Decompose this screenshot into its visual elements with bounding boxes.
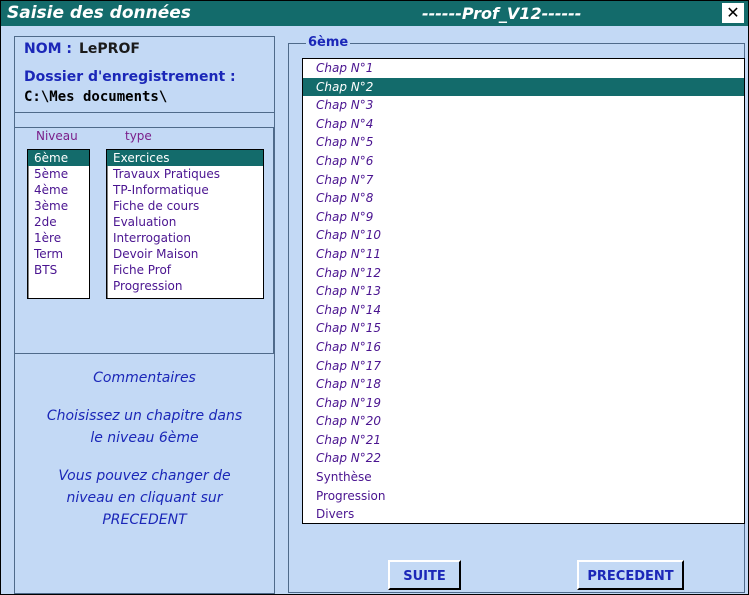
title-bar: Saisie des données ------Prof_V12------ … xyxy=(1,1,748,26)
chapter-listbox[interactable]: Chap N°1 Chap N°2 Chap N°3 Chap N°4 Chap N°5… xyxy=(302,58,745,524)
chapter-item[interactable]: Chap N°12 xyxy=(303,264,744,283)
dialog-window: Saisie des données ------Prof_V12------ … xyxy=(0,0,749,595)
chapter-item[interactable]: Chap N°17 xyxy=(303,357,744,376)
chapter-item[interactable]: Chap N°6 xyxy=(303,152,744,171)
dossier-label: Dossier d'enregistrement : xyxy=(24,69,236,85)
chapter-item[interactable]: Chap N°11 xyxy=(303,245,744,264)
nom-label: NOM : xyxy=(24,41,73,57)
window-subtitle: ------Prof_V12------ xyxy=(422,4,582,23)
nom-value: LePROF xyxy=(79,41,140,57)
chapter-item[interactable]: Chap N°20 xyxy=(303,412,744,431)
niveau-item[interactable]: 6ème xyxy=(28,150,89,166)
type-item[interactable]: Exercices xyxy=(107,150,263,166)
chapter-item[interactable]: Divers xyxy=(303,505,744,523)
chapter-item[interactable]: Chap N°10 xyxy=(303,226,744,245)
type-listbox[interactable]: Exercices Travaux Pratiques TP-Informatiqu… xyxy=(106,149,264,299)
type-item[interactable]: Progression xyxy=(107,278,263,294)
window-title: Saisie des données xyxy=(7,3,191,23)
type-item[interactable]: Fiche de cours xyxy=(107,198,263,214)
niveau-item[interactable]: BTS xyxy=(28,262,89,278)
level-type-selector: Niveau type 6ème 5ème 4ème 3ème 2de 1ère Term B… xyxy=(15,127,274,354)
close-button[interactable]: ✕ xyxy=(722,3,744,23)
comments-line: Vous pouvez changer de xyxy=(58,468,231,484)
chapter-item[interactable]: Chap N°1 xyxy=(303,59,744,78)
niveau-header: Niveau xyxy=(36,129,78,143)
comments-line: niveau en cliquant sur xyxy=(66,490,223,506)
chapter-item[interactable]: Chap N°2 xyxy=(303,77,744,97)
chapter-item[interactable]: Chap N°14 xyxy=(303,301,744,320)
type-item[interactable]: Interrogation xyxy=(107,230,263,246)
chapter-item[interactable]: Chap N°13 xyxy=(303,282,744,301)
type-item[interactable]: Evaluation xyxy=(107,214,263,230)
dossier-value: C:\Mes documents\ xyxy=(24,89,168,105)
chapter-item[interactable]: Chap N°19 xyxy=(303,394,744,413)
comments-line: PRECEDENT xyxy=(102,512,187,528)
chapter-item[interactable]: Chap N°15 xyxy=(303,319,744,338)
chapter-item[interactable]: Chap N°16 xyxy=(303,338,744,357)
comments-title: Commentaires xyxy=(93,370,196,386)
chapter-item[interactable]: Chap N°8 xyxy=(303,189,744,208)
chapter-item[interactable]: Chap N°18 xyxy=(303,375,744,394)
type-item[interactable]: TP-Informatique xyxy=(107,182,263,198)
niveau-item[interactable]: 3ème xyxy=(28,198,89,214)
chapter-group: 6ème Chap N°1 Chap N°2 Chap N°3 Chap N°4 Cha… xyxy=(288,35,745,593)
chapter-item[interactable]: Chap N°9 xyxy=(303,208,744,227)
chapter-item[interactable]: Chap N°5 xyxy=(303,133,744,152)
chapter-item[interactable]: Chap N°4 xyxy=(303,115,744,134)
info-section: NOM : LePROF Dossier d'enregistrement : … xyxy=(15,37,274,113)
comments-section: Commentaires Choisissez un chapitre dans… xyxy=(15,367,274,531)
group-label: 6ème xyxy=(306,35,351,50)
chapter-item[interactable]: Chap N°3 xyxy=(303,96,744,115)
type-item[interactable]: Travaux Pratiques xyxy=(107,166,263,182)
chapter-item[interactable]: Chap N°21 xyxy=(303,431,744,450)
type-item[interactable]: Fiche Prof xyxy=(107,262,263,278)
chapter-item[interactable]: Progression xyxy=(303,487,744,506)
chapter-item[interactable]: Chap N°7 xyxy=(303,171,744,190)
type-item[interactable]: Devoir Maison xyxy=(107,246,263,262)
niveau-item[interactable]: 5ème xyxy=(28,166,89,182)
type-header: type xyxy=(125,129,152,143)
niveau-item[interactable]: Term xyxy=(28,246,89,262)
suite-button[interactable]: SUITE xyxy=(388,560,461,590)
niveau-listbox[interactable]: 6ème 5ème 4ème 3ème 2de 1ère Term BTS xyxy=(27,149,90,299)
niveau-item[interactable]: 2de xyxy=(28,214,89,230)
niveau-item[interactable]: 4ème xyxy=(28,182,89,198)
niveau-item[interactable]: 1ère xyxy=(28,230,89,246)
left-panel: NOM : LePROF Dossier d'enregistrement : … xyxy=(14,36,275,594)
chapter-item[interactable]: Synthèse xyxy=(303,468,744,487)
comments-line: le niveau 6ème xyxy=(90,430,199,446)
chapter-item[interactable]: Chap N°22 xyxy=(303,449,744,468)
comments-line: Choisissez un chapitre dans xyxy=(46,408,243,424)
precedent-button[interactable]: PRECEDENT xyxy=(577,560,684,590)
close-icon: ✕ xyxy=(726,3,740,22)
